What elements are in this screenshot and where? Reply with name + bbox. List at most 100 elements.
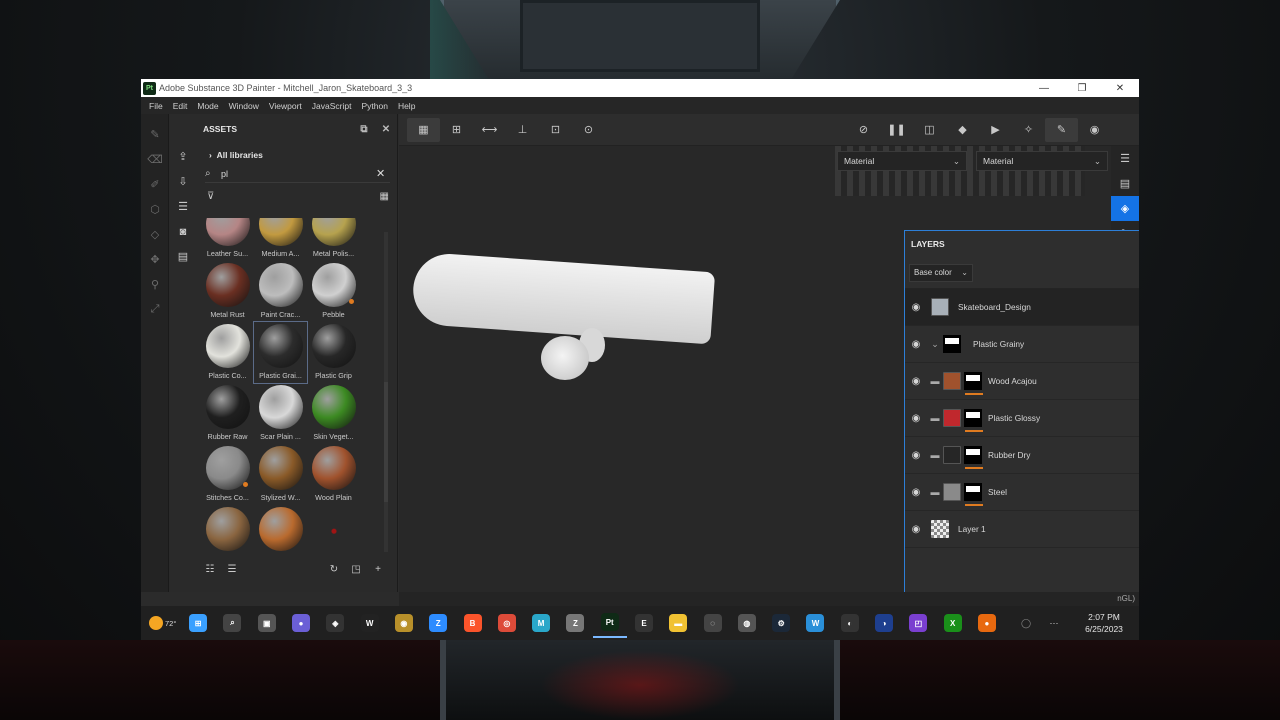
taskbar-app-16[interactable]: ◌ (695, 608, 729, 638)
paint-brush-icon[interactable]: ✎ (141, 122, 169, 147)
material-item[interactable]: Pebble (307, 261, 360, 322)
material-select-right[interactable]: Material ⌄ (976, 151, 1108, 171)
taskbar-painter[interactable]: Pt (592, 608, 627, 638)
taskbar-app-19[interactable]: W (798, 608, 832, 638)
material-item[interactable]: Medium A... (254, 218, 307, 261)
texture-set-list-icon[interactable]: ☰ (1111, 146, 1139, 171)
smudge-icon[interactable]: ◇ (141, 222, 169, 247)
menu-mode[interactable]: Mode (192, 101, 223, 111)
search-input[interactable] (221, 168, 376, 179)
reset-view-icon[interactable]: ⊙ (572, 118, 605, 142)
visibility-eye-icon[interactable]: ◉ (905, 339, 927, 350)
folder-icon[interactable]: ▬ (927, 487, 943, 497)
layer-row[interactable]: ◉Skateboard_DesignNorm ⌄100 ⌄ (905, 289, 1139, 326)
export-icon[interactable]: ⇪ (169, 144, 197, 169)
close-panel-icon[interactable]: ✕ (375, 124, 397, 135)
menu-python[interactable]: Python (356, 101, 392, 111)
grid-view-icon[interactable]: ▦ (380, 191, 389, 202)
taskbar-app-6[interactable]: W (352, 608, 386, 638)
screenshot-icon[interactable]: ◉ (1078, 118, 1111, 142)
new-window-icon[interactable]: ◳ (345, 564, 367, 575)
material-item[interactable]: Paint Crac... (254, 261, 307, 322)
taskbar-firefox[interactable]: ● (970, 608, 1004, 638)
taskbar-explorer[interactable]: ▬ (661, 608, 695, 638)
taskbar-app-mb[interactable]: M (524, 608, 558, 638)
paint-view-icon[interactable]: ✎ (1045, 117, 1078, 142)
frame-icon[interactable]: ⊡ (539, 118, 572, 142)
material-item[interactable]: Plastic Grai... (253, 321, 308, 384)
menu-edit[interactable]: Edit (168, 101, 193, 111)
assets-scrollbar[interactable] (384, 232, 388, 552)
material-item[interactable]: Zipper Tape (307, 505, 360, 554)
layers-icon[interactable]: ◈ (1111, 196, 1139, 221)
menu-javascript[interactable]: JavaScript (307, 101, 357, 111)
library-icon[interactable]: ☰ (169, 194, 197, 219)
import-icon[interactable]: ⇩ (169, 169, 197, 194)
filter-icon[interactable]: ⊽ (207, 191, 214, 202)
sculpt-icon[interactable]: ✧ (1012, 118, 1045, 142)
taskbar-chat[interactable]: ● (284, 608, 318, 638)
taskbar-brave[interactable]: B (455, 608, 489, 638)
visibility-eye-icon[interactable]: ◉ (905, 450, 927, 461)
visibility-eye-icon[interactable]: ◉ (905, 376, 927, 387)
clock[interactable]: 2:07 PM 6/25/2023 (1069, 611, 1139, 635)
taskbar-app-22[interactable]: ◰ (901, 608, 935, 638)
align-icon[interactable]: ⊥ (506, 118, 539, 142)
projection-icon[interactable]: ✐ (141, 172, 169, 197)
measure-icon[interactable]: ⤢ (141, 297, 169, 322)
taskbar-obs[interactable]: ◐ (833, 608, 867, 638)
taskbar-app-5[interactable]: ◈ (318, 608, 352, 638)
mask-icon[interactable]: ◙ (169, 219, 197, 244)
close-window-button[interactable]: ✕ (1101, 83, 1139, 94)
taskbar-search[interactable]: ⌕ (215, 608, 249, 638)
library-breadcrumb[interactable]: › All libraries (209, 150, 263, 160)
material-item[interactable]: Metal Rust (201, 261, 254, 322)
layer-row[interactable]: ◉▬Wood AcajouNorm ⌄100 ⌄ (905, 363, 1139, 400)
camera-video-icon[interactable]: ▶ (979, 118, 1012, 142)
geometry-fill-icon[interactable]: ⬡ (141, 197, 169, 222)
texture-set-settings-icon[interactable]: ▤ (1111, 171, 1139, 196)
material-item[interactable]: Wood Slice (254, 505, 307, 554)
material-item[interactable]: Rubber Raw (201, 383, 254, 444)
material-item[interactable]: Plastic Grip (307, 322, 360, 383)
material-item[interactable]: Scar Plain ... (254, 383, 307, 444)
material-icon[interactable]: ▤ (169, 244, 197, 269)
taskbar-zoom[interactable]: Z (421, 608, 455, 638)
clear-search-icon[interactable]: ✕ (376, 167, 390, 180)
visibility-eye-icon[interactable]: ◉ (905, 524, 927, 535)
taskbar-epic[interactable]: E (627, 608, 661, 638)
material-item[interactable]: Wood Rou... (201, 505, 254, 554)
visibility-eye-icon[interactable]: ◉ (905, 302, 927, 313)
taskbar-chrome[interactable]: ◎ (490, 608, 524, 638)
menu-window[interactable]: Window (224, 101, 264, 111)
taskbar-task-view[interactable]: ▣ (250, 608, 284, 638)
visibility-eye-icon[interactable]: ◉ (905, 487, 927, 498)
layer-row[interactable]: ◉▬Rubber DryNorm ⌄100 ⌄ (905, 437, 1139, 474)
material-item[interactable]: Leather Su... (201, 218, 254, 261)
sort-icon[interactable]: ☷ (199, 564, 221, 575)
menu-help[interactable]: Help (393, 101, 420, 111)
maximize-button[interactable]: ❐ (1063, 83, 1101, 94)
cube-icon[interactable]: ◆ (946, 118, 979, 142)
visibility-eye-icon[interactable]: ◉ (905, 413, 927, 424)
eraser-icon[interactable]: ⌫ (141, 147, 169, 172)
layer-row[interactable]: ◉▬SteelNorm ⌄100 ⌄ (905, 474, 1139, 511)
material-item[interactable]: Wood Plain (307, 444, 360, 505)
folder-icon[interactable]: ▬ (927, 376, 943, 386)
material-item[interactable]: Skin Veget... (307, 383, 360, 444)
minimize-button[interactable]: — (1025, 83, 1063, 94)
list-icon[interactable]: ☰ (221, 564, 243, 575)
taskbar-cinema4d[interactable]: ◑ (867, 608, 901, 638)
folder-icon[interactable]: ▬ (927, 413, 943, 423)
grid-mode-icon[interactable]: ▦ (407, 117, 440, 142)
layer-row[interactable]: ◉⌄Plastic GrainyNorm ⌄100 ⌄ (905, 326, 1139, 363)
clone-icon[interactable]: ✥ (141, 247, 169, 272)
taskbar-steam[interactable]: ⚙ (764, 608, 798, 638)
symmetry-icon[interactable]: ⟷ (473, 118, 506, 142)
material-item[interactable]: Stylized W... (254, 444, 307, 505)
undock-icon[interactable]: ⧉ (353, 124, 375, 135)
picker-icon[interactable]: ⚲ (141, 272, 169, 297)
pause-icon[interactable]: ❚❚ (880, 118, 913, 142)
hide-icon[interactable]: ⊘ (847, 118, 880, 142)
viewport[interactable]: ▦ ⊞ ⟷ ⊥ ⊡ ⊙ ⊘ ❚❚ ◫ ◆ ▶ ✧ ✎ ◉ Material ⌄ M… (399, 114, 1139, 606)
